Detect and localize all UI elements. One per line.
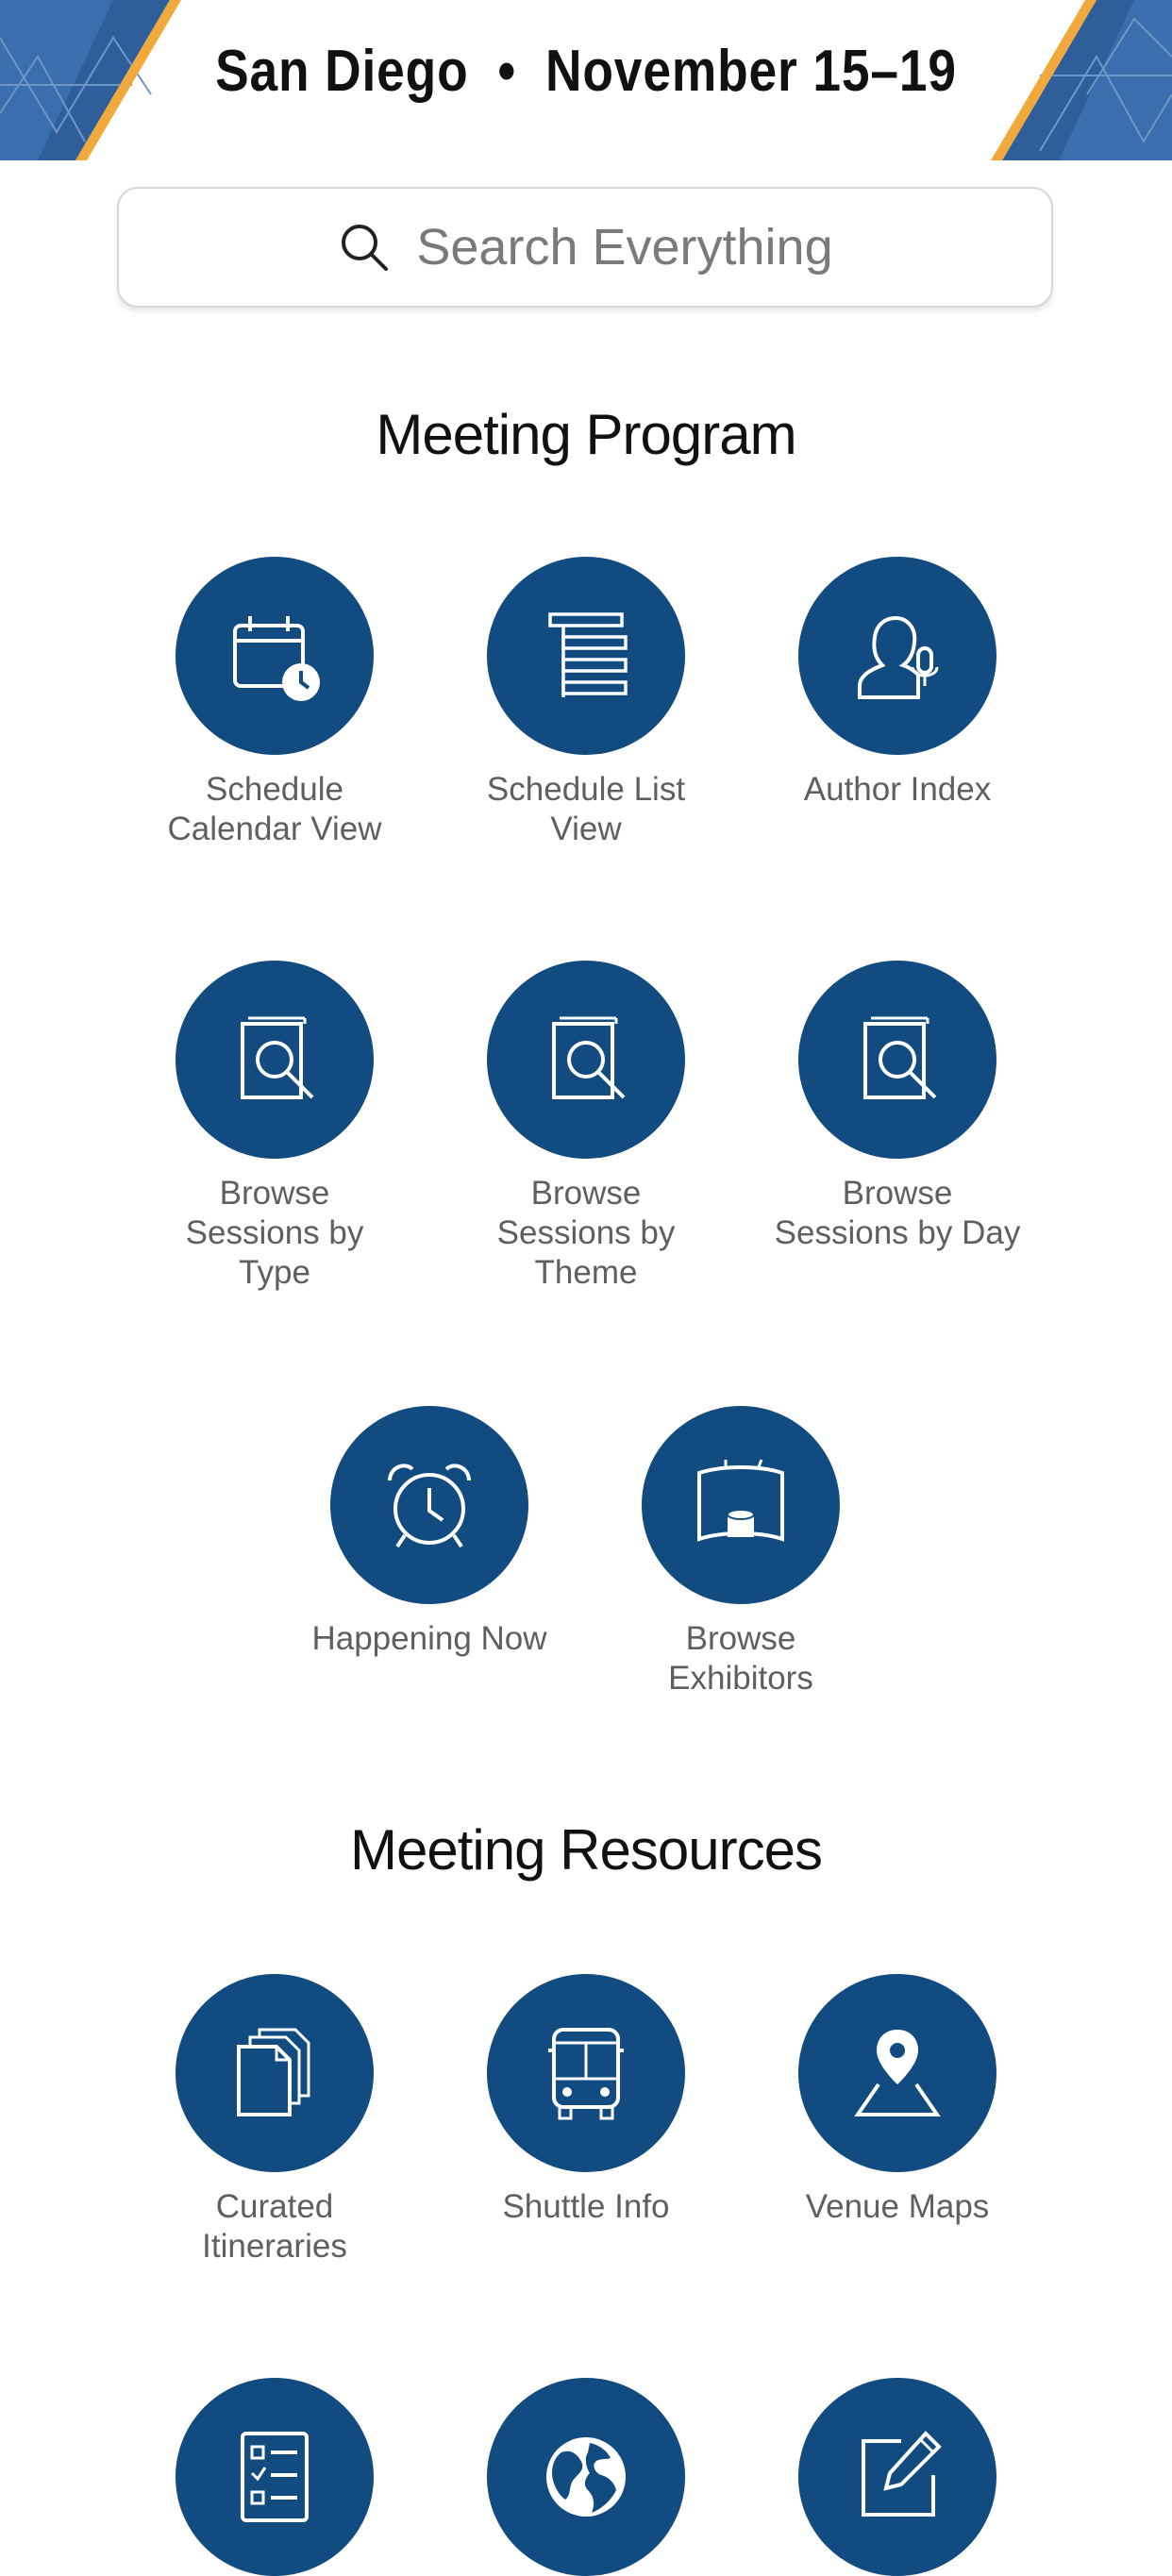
meeting-resources-heading: Meeting Resources	[350, 1818, 823, 1882]
tile-label: Curated Itineraries	[202, 2188, 347, 2265]
tile-browse-exhibitors[interactable]: Browse Exhibitors	[585, 1406, 896, 1698]
tile-browse-sessions-by-day[interactable]: Browse Sessions by Day	[742, 961, 1053, 1253]
calendar-clock-icon	[176, 557, 374, 755]
edit-note-icon	[798, 2378, 996, 2576]
banner-right-pattern	[983, 0, 1172, 160]
meeting-program-heading: Meeting Program	[376, 403, 796, 466]
exhibitor-booth-icon	[642, 1406, 840, 1604]
search-icon	[342, 225, 389, 271]
tile-schedule-calendar-view[interactable]: Schedule Calendar View	[119, 557, 430, 849]
tile-label: Schedule Calendar View	[167, 771, 382, 847]
tile-edit-note[interactable]	[742, 2378, 1053, 2576]
header-banner: San Diego • November 15–19	[0, 0, 1172, 160]
tile-label: Venue Maps	[805, 2188, 990, 2225]
tile-checklist[interactable]	[119, 2378, 430, 2576]
tile-label: Shuttle Info	[502, 2188, 670, 2225]
search-placeholder: Search Everything	[416, 219, 833, 276]
tile-schedule-list-view[interactable]: Schedule List View	[430, 557, 742, 849]
alarm-clock-icon	[330, 1406, 528, 1604]
tile-browse-sessions-by-theme[interactable]: Browse Sessions by Theme	[430, 961, 742, 1293]
tile-author-index[interactable]: Author Index	[742, 557, 1053, 810]
search-input[interactable]: Search Everything	[117, 187, 1053, 308]
tile-label: Browse Sessions by Type	[185, 1175, 364, 1291]
book-search-icon	[176, 961, 374, 1159]
tile-label: Author Index	[803, 771, 992, 808]
list-icon	[487, 557, 685, 755]
checklist-icon	[176, 2378, 374, 2576]
city-text: San Diego	[215, 39, 469, 104]
map-pin-icon	[798, 1974, 996, 2172]
tile-happening-now[interactable]: Happening Now	[274, 1406, 585, 1659]
tile-venue-maps[interactable]: Venue Maps	[742, 1974, 1053, 2227]
book-search-icon	[798, 961, 996, 1159]
dates-text: November 15–19	[545, 39, 957, 104]
bus-icon	[487, 1974, 685, 2172]
tile-shuttle-info[interactable]: Shuttle Info	[430, 1974, 742, 2227]
tile-label: Schedule List View	[486, 771, 686, 847]
documents-icon	[176, 1974, 374, 2172]
tile-label: Browse Sessions by Theme	[496, 1175, 676, 1291]
globe-icon	[487, 2378, 685, 2576]
tile-label: Browse Sessions by Day	[774, 1175, 1021, 1251]
conference-location-dates: San Diego • November 15–19	[82, 38, 1090, 105]
author-microphone-icon	[798, 557, 996, 755]
tile-label: Browse Exhibitors	[668, 1620, 813, 1697]
tile-browse-sessions-by-type[interactable]: Browse Sessions by Type	[119, 961, 430, 1293]
tile-curated-itineraries[interactable]: Curated Itineraries	[119, 1974, 430, 2267]
separator-dot: •	[497, 39, 517, 104]
tile-label: Happening Now	[311, 1620, 547, 1657]
tile-globe[interactable]	[430, 2378, 742, 2576]
book-search-icon	[487, 961, 685, 1159]
